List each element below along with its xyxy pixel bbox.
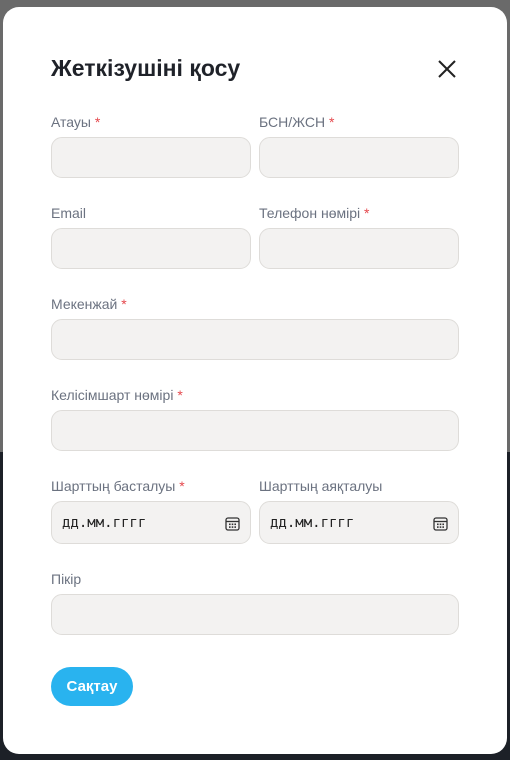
comment-input[interactable] <box>51 594 459 635</box>
contract-end-date-input[interactable]: дд.мм.гггг <box>259 501 459 544</box>
required-mark: * <box>364 205 370 221</box>
required-mark: * <box>94 114 101 130</box>
bin-input[interactable] <box>259 137 459 178</box>
contract-number-label: Келісімшарт нөмірі * <box>51 387 183 403</box>
name-label-text: Атауы <box>51 114 91 130</box>
contract-start-label-text: Шарттың басталуы <box>51 478 176 494</box>
address-input[interactable] <box>51 319 459 360</box>
required-mark: * <box>179 478 185 494</box>
name-input[interactable] <box>51 137 251 178</box>
required-mark: * <box>121 296 127 312</box>
save-button[interactable]: Сақтау <box>51 667 133 706</box>
comment-label-text: Пікір <box>51 571 82 587</box>
address-label: Мекенжай * <box>51 296 127 312</box>
close-button[interactable] <box>432 54 462 84</box>
required-mark: * <box>329 114 335 130</box>
email-input[interactable] <box>51 228 251 269</box>
bin-label-text: БСН/ЖСН <box>259 114 326 130</box>
contract-start-label: Шарттың басталуы * <box>51 478 185 494</box>
date-placeholder: дд.мм.гггг <box>270 515 355 531</box>
calendar-icon[interactable] <box>225 516 240 531</box>
contract-number-input[interactable] <box>51 410 459 451</box>
bin-label: БСН/ЖСН * <box>259 114 334 130</box>
contract-end-label: Шарттың аяқталуы <box>259 478 382 494</box>
close-icon <box>438 60 456 78</box>
required-mark: * <box>177 387 183 403</box>
calendar-icon[interactable] <box>433 516 448 531</box>
date-placeholder: дд.мм.гггг <box>62 515 147 531</box>
contract-number-label-text: Келісімшарт нөмірі <box>51 387 174 403</box>
contract-start-date-input[interactable]: дд.мм.гггг <box>51 501 251 544</box>
email-label-text: Email <box>51 205 87 221</box>
name-label: Атауы * <box>51 114 100 130</box>
comment-label: Пікір <box>51 571 81 587</box>
email-label: Email <box>51 205 86 221</box>
phone-input[interactable] <box>259 228 459 269</box>
phone-label-text: Телефон нөмірі <box>259 205 361 221</box>
dialog-title: Жеткізушіні қосу <box>51 55 241 81</box>
phone-label: Телефон нөмірі * <box>259 205 369 221</box>
address-label-text: Мекенжай <box>51 296 118 312</box>
add-supplier-dialog: Жеткізушіні қосу Атауы * БСН/ЖСН * Email… <box>3 7 507 754</box>
contract-end-label-text: Шарттың аяқталуы <box>259 478 383 494</box>
